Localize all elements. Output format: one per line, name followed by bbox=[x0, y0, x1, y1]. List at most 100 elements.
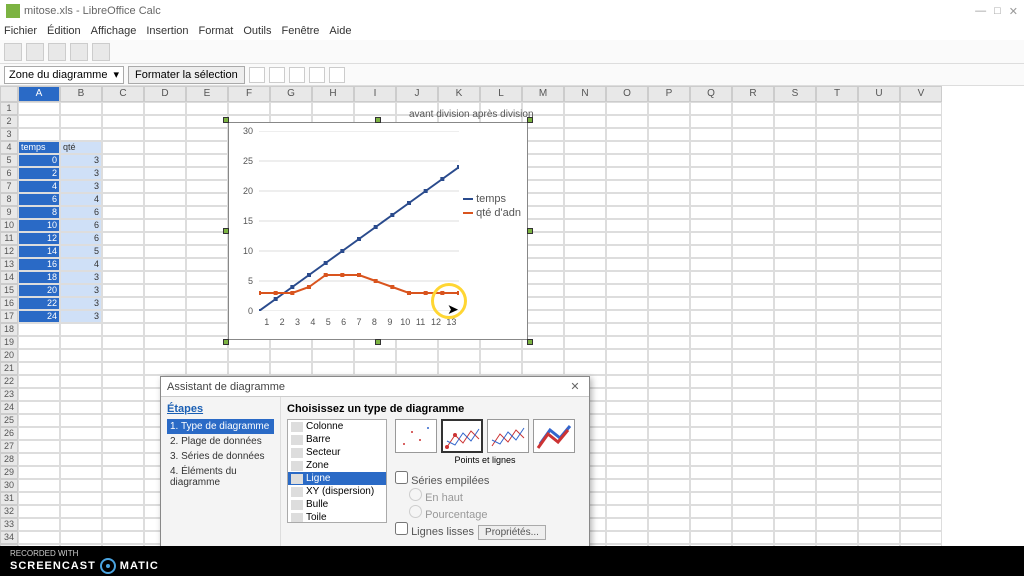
menu-view[interactable]: Affichage bbox=[91, 25, 137, 37]
cell-Q5[interactable] bbox=[690, 154, 732, 167]
cell-V22[interactable] bbox=[900, 375, 942, 388]
cell-R31[interactable] bbox=[732, 492, 774, 505]
cell-D17[interactable] bbox=[144, 310, 186, 323]
cell-O32[interactable] bbox=[606, 505, 648, 518]
cell-V11[interactable] bbox=[900, 232, 942, 245]
cell-S20[interactable] bbox=[774, 349, 816, 362]
cell-E1[interactable] bbox=[186, 102, 228, 115]
menu-insert[interactable]: Insertion bbox=[146, 25, 188, 37]
cell-A26[interactable] bbox=[18, 427, 60, 440]
cell-U6[interactable] bbox=[858, 167, 900, 180]
cell-U32[interactable] bbox=[858, 505, 900, 518]
cell-P6[interactable] bbox=[648, 167, 690, 180]
cell-A13[interactable]: 16 bbox=[18, 258, 60, 271]
cell-S21[interactable] bbox=[774, 362, 816, 375]
cell-C29[interactable] bbox=[102, 466, 144, 479]
cell-V4[interactable] bbox=[900, 141, 942, 154]
cell-B13[interactable]: 4 bbox=[60, 258, 102, 271]
cell-E10[interactable] bbox=[186, 219, 228, 232]
cell-C34[interactable] bbox=[102, 531, 144, 544]
row-header-29[interactable]: 29 bbox=[0, 466, 18, 479]
cell-A4[interactable]: temps bbox=[18, 141, 60, 154]
cell-S9[interactable] bbox=[774, 206, 816, 219]
cell-C5[interactable] bbox=[102, 154, 144, 167]
cell-A32[interactable] bbox=[18, 505, 60, 518]
row-header-2[interactable]: 2 bbox=[0, 115, 18, 128]
cell-A15[interactable]: 20 bbox=[18, 284, 60, 297]
cell-V8[interactable] bbox=[900, 193, 942, 206]
cell-O31[interactable] bbox=[606, 492, 648, 505]
cell-B23[interactable] bbox=[60, 388, 102, 401]
cell-R26[interactable] bbox=[732, 427, 774, 440]
cell-E5[interactable] bbox=[186, 154, 228, 167]
cell-A21[interactable] bbox=[18, 362, 60, 375]
cell-T13[interactable] bbox=[816, 258, 858, 271]
opt-stacked[interactable]: Séries empilées bbox=[395, 471, 575, 487]
cell-Q10[interactable] bbox=[690, 219, 732, 232]
cell-R21[interactable] bbox=[732, 362, 774, 375]
cell-V34[interactable] bbox=[900, 531, 942, 544]
cell-D8[interactable] bbox=[144, 193, 186, 206]
cell-U26[interactable] bbox=[858, 427, 900, 440]
cell-O28[interactable] bbox=[606, 453, 648, 466]
cell-C15[interactable] bbox=[102, 284, 144, 297]
cell-U28[interactable] bbox=[858, 453, 900, 466]
cell-R34[interactable] bbox=[732, 531, 774, 544]
cell-Q4[interactable] bbox=[690, 141, 732, 154]
cell-A33[interactable] bbox=[18, 518, 60, 531]
cell-U5[interactable] bbox=[858, 154, 900, 167]
cell-A17[interactable]: 24 bbox=[18, 310, 60, 323]
row-header-12[interactable]: 12 bbox=[0, 245, 18, 258]
cell-B3[interactable] bbox=[60, 128, 102, 141]
cell-B16[interactable]: 3 bbox=[60, 297, 102, 310]
cell-C2[interactable] bbox=[102, 115, 144, 128]
cell-A16[interactable]: 22 bbox=[18, 297, 60, 310]
col-header-P[interactable]: P bbox=[648, 86, 690, 102]
cell-P2[interactable] bbox=[648, 115, 690, 128]
preview-2[interactable] bbox=[441, 419, 483, 453]
cell-A18[interactable] bbox=[18, 323, 60, 336]
cell-U9[interactable] bbox=[858, 206, 900, 219]
row-header-1[interactable]: 1 bbox=[0, 102, 18, 115]
cell-F20[interactable] bbox=[228, 349, 270, 362]
cell-S1[interactable] bbox=[774, 102, 816, 115]
cell-C18[interactable] bbox=[102, 323, 144, 336]
cell-T10[interactable] bbox=[816, 219, 858, 232]
col-header-B[interactable]: B bbox=[60, 86, 102, 102]
cell-V26[interactable] bbox=[900, 427, 942, 440]
cell-R32[interactable] bbox=[732, 505, 774, 518]
preview-4[interactable] bbox=[533, 419, 575, 453]
cell-P24[interactable] bbox=[648, 401, 690, 414]
cell-O11[interactable] bbox=[606, 232, 648, 245]
col-header-V[interactable]: V bbox=[900, 86, 942, 102]
cell-S4[interactable] bbox=[774, 141, 816, 154]
col-header-S[interactable]: S bbox=[774, 86, 816, 102]
cell-S18[interactable] bbox=[774, 323, 816, 336]
row-header-23[interactable]: 23 bbox=[0, 388, 18, 401]
cell-P22[interactable] bbox=[648, 375, 690, 388]
cell-O25[interactable] bbox=[606, 414, 648, 427]
cell-R25[interactable] bbox=[732, 414, 774, 427]
cell-T23[interactable] bbox=[816, 388, 858, 401]
cell-C27[interactable] bbox=[102, 440, 144, 453]
cell-T2[interactable] bbox=[816, 115, 858, 128]
cell-O17[interactable] bbox=[606, 310, 648, 323]
cell-K20[interactable] bbox=[438, 349, 480, 362]
cell-V21[interactable] bbox=[900, 362, 942, 375]
cell-B33[interactable] bbox=[60, 518, 102, 531]
cell-C17[interactable] bbox=[102, 310, 144, 323]
cell-A9[interactable]: 8 bbox=[18, 206, 60, 219]
cell-D5[interactable] bbox=[144, 154, 186, 167]
row-header-18[interactable]: 18 bbox=[0, 323, 18, 336]
cell-D1[interactable] bbox=[144, 102, 186, 115]
cell-Q12[interactable] bbox=[690, 245, 732, 258]
cell-M21[interactable] bbox=[522, 362, 564, 375]
cell-B27[interactable] bbox=[60, 440, 102, 453]
cell-N18[interactable] bbox=[564, 323, 606, 336]
cell-B18[interactable] bbox=[60, 323, 102, 336]
cell-T1[interactable] bbox=[816, 102, 858, 115]
cell-O20[interactable] bbox=[606, 349, 648, 362]
cell-S22[interactable] bbox=[774, 375, 816, 388]
cell-P20[interactable] bbox=[648, 349, 690, 362]
cell-B31[interactable] bbox=[60, 492, 102, 505]
